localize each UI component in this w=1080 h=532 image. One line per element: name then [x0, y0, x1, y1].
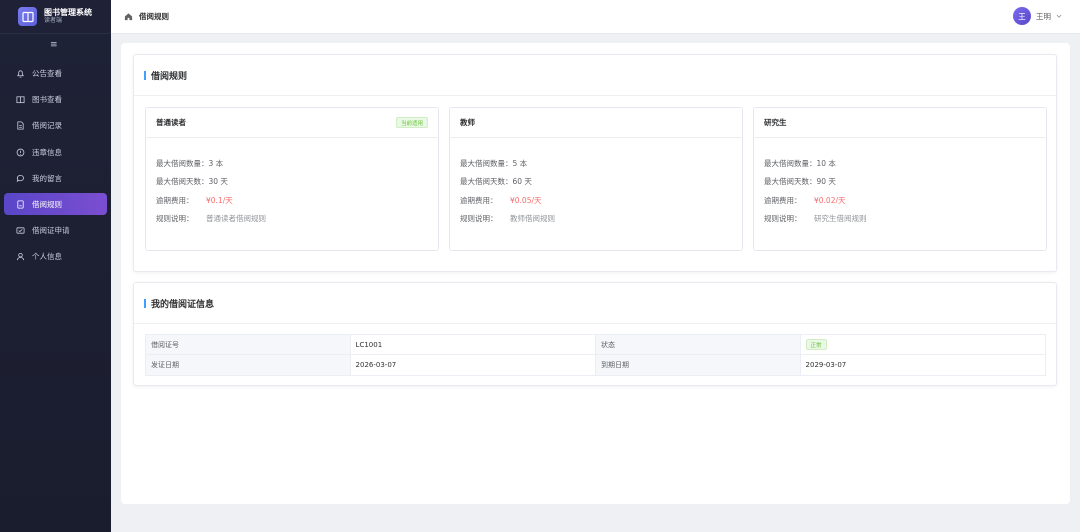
rules-section-title: 借阅规则: [151, 71, 188, 82]
desc-label: 规则说明：: [764, 214, 802, 224]
main-panel: 借阅规则 普通读者 当前适用 最大借阅数量：3 本 最大借阅天数：30 天 逾期…: [121, 43, 1070, 504]
rules-card: 借阅规则 普通读者 当前适用 最大借阅数量：3 本 最大借阅天数：30 天 逾期…: [133, 54, 1057, 272]
sidebar-item-label: 我的留言: [32, 173, 62, 183]
chat-icon: [16, 174, 25, 183]
overdue-fee: ¥0.1/天: [206, 195, 233, 205]
rule-description: 教师借阅规则: [510, 214, 555, 224]
current-applicable-badge: 当前适用: [395, 117, 428, 128]
status-cell: 正常: [801, 335, 1045, 354]
card-section-title: 我的借阅证信息: [151, 299, 215, 310]
breadcrumb: 借阅规则: [139, 12, 169, 21]
user-icon: [16, 252, 25, 261]
rule-icon: [16, 200, 25, 209]
card-info-table: 借阅证号 LC1001 状态 正常 发证日期 2026-03-07 到期日期 2…: [145, 334, 1046, 376]
card-icon: [16, 226, 25, 235]
rule-card-graduate: 研究生 最大借阅数量：10 本 最大借阅天数：90 天 逾期费用： ¥0.02/天…: [753, 107, 1047, 251]
rule-description: 研究生借阅规则: [814, 214, 867, 224]
sidebar-item-label: 公告查看: [32, 68, 62, 78]
sidebar-item-profile[interactable]: 个人信息: [0, 244, 111, 270]
warning-icon: [16, 148, 25, 157]
status-badge: 正常: [805, 339, 827, 350]
table-row: 发证日期 2026-03-07 到期日期 2029-03-07: [146, 355, 1045, 375]
max-count: 最大借阅数量：10 本: [764, 158, 836, 168]
sidebar-item-label: 违章信息: [32, 147, 62, 157]
sidebar-item-label: 借阅规则: [32, 199, 62, 209]
book-icon: [16, 95, 25, 104]
card-number-value: LC1001: [351, 335, 596, 354]
user-menu[interactable]: 王 王明: [1013, 7, 1062, 25]
issue-date-value: 2026-03-07: [351, 355, 596, 375]
rule-card-regular: 普通读者 当前适用 最大借阅数量：3 本 最大借阅天数：30 天 逾期费用： ¥0…: [145, 107, 439, 251]
max-days: 最大借阅天数：60 天: [460, 177, 532, 187]
rule-name: 教师: [460, 118, 475, 127]
book-logo-icon: [18, 7, 37, 26]
sidebar-item-label: 借阅记录: [32, 121, 62, 131]
library-card-info: 我的借阅证信息 借阅证号 LC1001 状态 正常 发证日期 2026-03-0…: [133, 282, 1057, 386]
rule-name: 研究生: [764, 118, 787, 127]
max-days: 最大借阅天数：30 天: [156, 177, 228, 187]
expiry-date-value: 2029-03-07: [805, 361, 847, 369]
sidebar-item-messages[interactable]: 我的留言: [0, 165, 111, 191]
home-icon[interactable]: [124, 12, 133, 21]
app-subtitle: 读者端: [44, 16, 63, 24]
avatar[interactable]: 王: [1013, 7, 1031, 25]
chevron-down-icon[interactable]: [1056, 13, 1062, 19]
card-number-label: 借阅证号: [146, 335, 351, 354]
title-accent-bar: [144, 70, 146, 80]
issue-date-label: 发证日期: [146, 355, 351, 375]
status-label: 状态: [596, 335, 801, 354]
max-count: 最大借阅数量：3 本: [156, 158, 224, 168]
max-count: 最大借阅数量：5 本: [460, 158, 528, 168]
desc-label: 规则说明：: [460, 214, 498, 224]
max-days: 最大借阅天数：90 天: [764, 177, 836, 187]
sidebar-item-label: 个人信息: [32, 252, 62, 262]
sidebar-item-label: 借阅证申请: [32, 226, 70, 236]
sidebar-item-card-application[interactable]: 借阅证申请: [0, 217, 111, 243]
table-row: 借阅证号 LC1001 状态 正常: [146, 335, 1045, 355]
overdue-fee: ¥0.02/天: [814, 195, 846, 205]
menu-collapse-icon[interactable]: ≡: [50, 40, 58, 50]
sidebar-menu: 公告查看 图书查看 借阅记录 违章信息 我的留言 借阅规则 借阅证申请 个人信息: [0, 60, 111, 270]
fee-label: 逾期费用：: [460, 195, 498, 205]
rule-description: 普通读者借阅规则: [206, 214, 266, 224]
sidebar-item-label: 图书查看: [32, 94, 62, 104]
document-icon: [16, 121, 25, 130]
bell-icon: [16, 69, 25, 78]
sidebar-item-announcements[interactable]: 公告查看: [0, 60, 111, 86]
sidebar-item-books[interactable]: 图书查看: [0, 86, 111, 112]
sidebar-item-borrow-rules[interactable]: 借阅规则: [4, 193, 107, 216]
expiry-date-label: 到期日期: [596, 355, 801, 375]
rule-name: 普通读者: [156, 118, 186, 127]
rule-card-teacher: 教师 最大借阅数量：5 本 最大借阅天数：60 天 逾期费用： ¥0.05/天 规…: [449, 107, 743, 251]
overdue-fee: ¥0.05/天: [510, 195, 542, 205]
fee-label: 逾期费用：: [764, 195, 802, 205]
fee-label: 逾期费用：: [156, 195, 194, 205]
title-accent-bar: [144, 298, 146, 308]
user-name[interactable]: 王明: [1036, 11, 1051, 22]
sidebar: 图书管理系统 读者端 ≡ 公告查看 图书查看 借阅记录 违章信息 我的留言 借阅…: [0, 0, 111, 532]
brand: 图书管理系统 读者端: [0, 0, 111, 34]
top-bar: 借阅规则 王 王明: [111, 0, 1080, 34]
desc-label: 规则说明：: [156, 214, 194, 224]
sidebar-item-violations[interactable]: 违章信息: [0, 139, 111, 165]
sidebar-item-borrow-records[interactable]: 借阅记录: [0, 113, 111, 139]
